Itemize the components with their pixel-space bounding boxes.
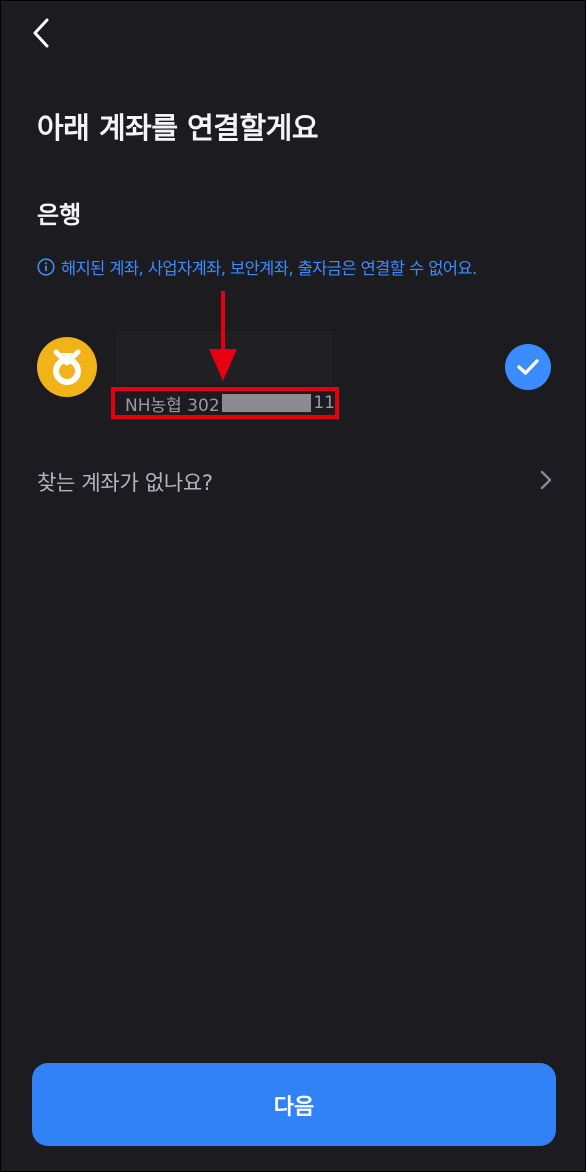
account-selected-checkbox[interactable] [505,344,551,390]
chevron-right-icon [540,470,552,490]
account-number-prefix: NH농협 302 [125,395,220,416]
account-item[interactable]: NH농협 302 11 [31,331,557,419]
account-number-suffix: 11 [313,393,335,413]
missing-account-label: 찾는 계좌가 없나요? [37,471,213,495]
next-button[interactable]: 다음 [32,1063,556,1146]
notice-text: 해지된 계좌, 사업자계좌, 보안계좌, 출자금은 연결할 수 없어요. [61,259,477,278]
nh-bank-logo-icon [37,337,97,397]
account-number: NH농협 302 11 [111,387,339,419]
check-icon [517,359,539,375]
screen: 아래 계좌를 연결할게요 은행 해지된 계좌, 사업자계좌, 보안계좌, 출자금… [0,0,586,1172]
back-button[interactable] [23,15,59,51]
page-title: 아래 계좌를 연결할게요 [37,111,319,145]
chevron-left-icon [33,18,49,48]
info-icon [37,258,55,276]
annotation-arrow-icon [209,291,237,381]
notice-text-row: 해지된 계좌, 사업자계좌, 보안계좌, 출자금은 연결할 수 없어요. [37,255,477,279]
account-number-redaction [221,394,312,412]
missing-account-link[interactable]: 찾는 계좌가 없나요? [37,461,553,503]
section-title-bank: 은행 [37,201,82,229]
